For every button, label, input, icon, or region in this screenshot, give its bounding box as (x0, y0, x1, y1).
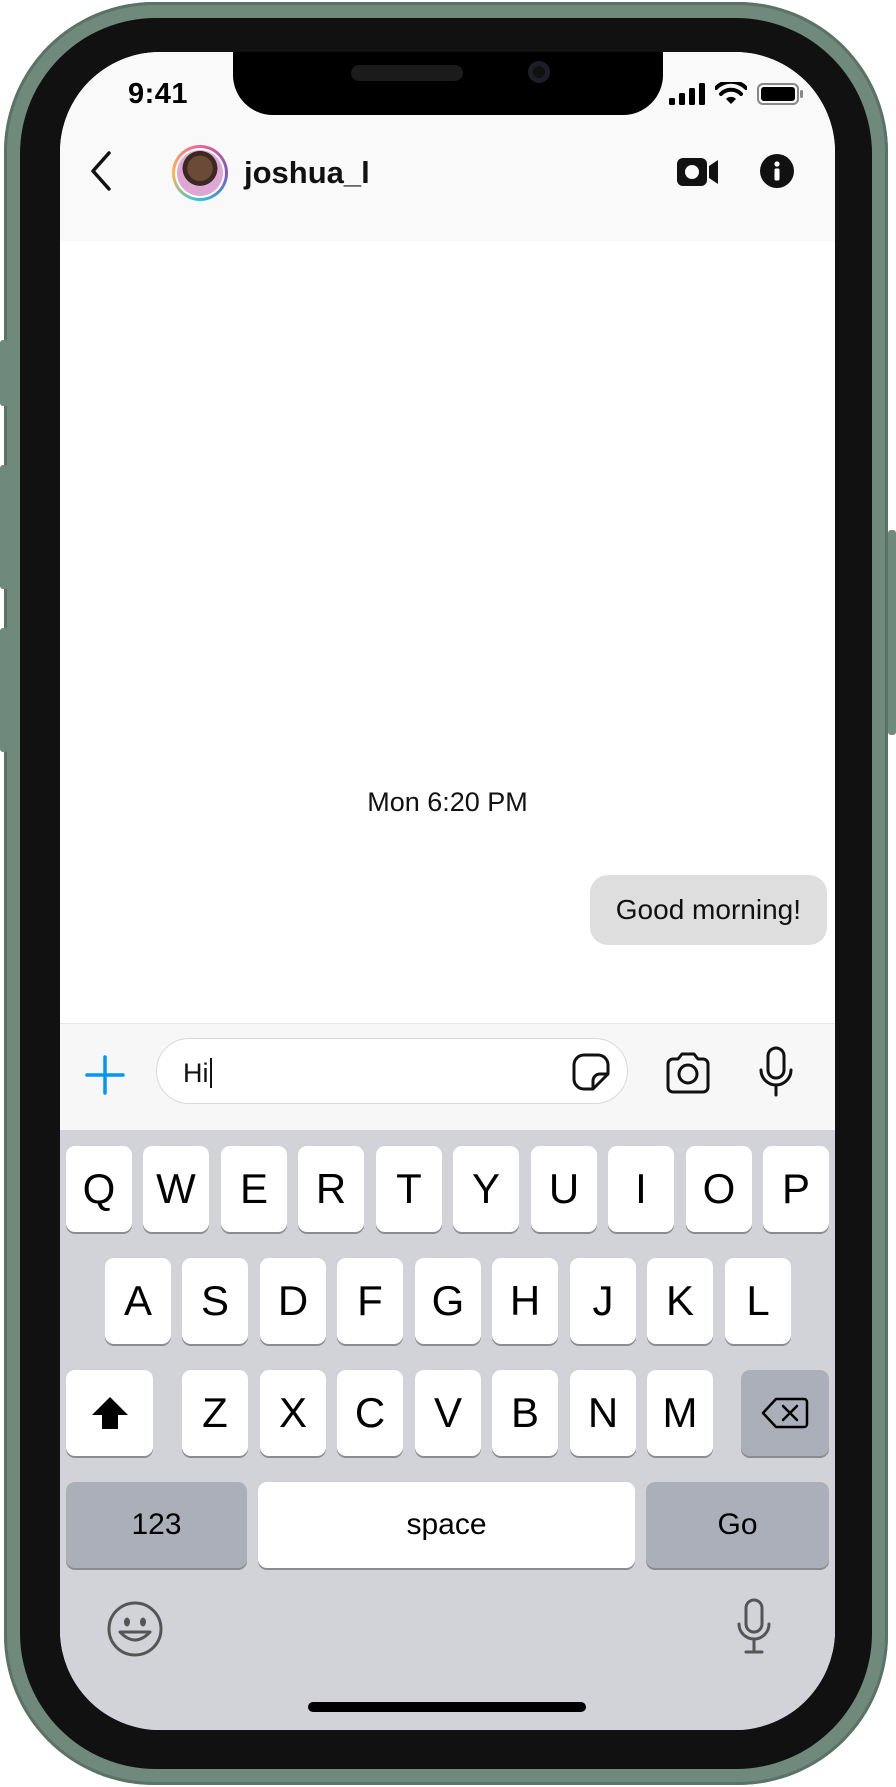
cellular-signal-icon (669, 83, 705, 105)
key-t[interactable]: T (376, 1146, 442, 1232)
wifi-icon (715, 82, 747, 104)
camera-icon (666, 1052, 710, 1094)
key-v[interactable]: V (415, 1370, 481, 1456)
key-i[interactable]: I (608, 1146, 674, 1232)
volume-down-button (0, 628, 8, 752)
keyboard: Q W E R T Y U I O P A S D F G H J K L Z … (60, 1130, 835, 1730)
battery-icon (757, 83, 803, 105)
speaker-grille (351, 65, 463, 81)
power-button (888, 530, 896, 735)
chat-username[interactable]: joshua_l (244, 155, 370, 191)
key-q[interactable]: Q (66, 1146, 132, 1232)
space-key[interactable]: space (258, 1482, 635, 1568)
info-button[interactable] (760, 154, 794, 188)
key-c[interactable]: C (337, 1370, 403, 1456)
shift-key[interactable] (66, 1370, 153, 1456)
chat-header: joshua_l (60, 115, 835, 241)
sticker-button[interactable] (571, 1052, 611, 1092)
key-z[interactable]: Z (182, 1370, 248, 1456)
message-composer: Hi (60, 1023, 835, 1130)
sticker-icon (572, 1053, 610, 1091)
key-f[interactable]: F (337, 1258, 403, 1344)
chevron-left-icon (91, 151, 111, 191)
microphone-icon (759, 1046, 793, 1097)
notch (233, 52, 663, 115)
video-camera-icon (677, 158, 718, 186)
message-thread[interactable]: Mon 6:20 PM Good morning! (60, 241, 835, 1023)
key-d[interactable]: D (260, 1258, 326, 1344)
key-s[interactable]: S (182, 1258, 248, 1344)
avatar[interactable] (172, 145, 228, 201)
key-y[interactable]: Y (453, 1146, 519, 1232)
status-icons (669, 82, 805, 106)
key-h[interactable]: H (492, 1258, 558, 1344)
key-m[interactable]: M (647, 1370, 713, 1456)
key-a[interactable]: A (105, 1258, 171, 1344)
emoji-icon (107, 1601, 163, 1657)
key-p[interactable]: P (763, 1146, 829, 1232)
outgoing-message-bubble[interactable]: Good morning! (589, 875, 827, 945)
key-n[interactable]: N (570, 1370, 636, 1456)
key-w[interactable]: W (143, 1146, 209, 1232)
camera-button[interactable] (664, 1052, 712, 1094)
key-b[interactable]: B (492, 1370, 558, 1456)
mute-switch (0, 340, 8, 406)
key-l[interactable]: L (725, 1258, 791, 1344)
home-indicator[interactable] (308, 1702, 586, 1712)
key-e[interactable]: E (221, 1146, 287, 1232)
info-icon (760, 154, 794, 188)
profile-photo (177, 150, 223, 196)
backspace-key[interactable] (741, 1370, 829, 1456)
key-u[interactable]: U (531, 1146, 597, 1232)
key-j[interactable]: J (570, 1258, 636, 1344)
voice-message-button[interactable] (758, 1046, 794, 1098)
key-o[interactable]: O (686, 1146, 752, 1232)
plus-icon (85, 1055, 125, 1095)
front-camera (528, 61, 550, 83)
numbers-key[interactable]: 123 (66, 1482, 247, 1568)
video-call-button[interactable] (676, 155, 720, 189)
key-g[interactable]: G (415, 1258, 481, 1344)
key-x[interactable]: X (260, 1370, 326, 1456)
message-input-value: Hi (183, 1058, 212, 1089)
add-attachment-button[interactable] (84, 1054, 126, 1096)
emoji-keyboard-button[interactable] (106, 1600, 164, 1658)
dictation-microphone-icon (737, 1598, 771, 1654)
volume-up-button (0, 465, 8, 589)
text-cursor (209, 1058, 212, 1088)
dictation-button[interactable] (736, 1598, 772, 1656)
status-time: 9:41 (128, 78, 189, 110)
key-k[interactable]: K (647, 1258, 713, 1344)
back-button[interactable] (80, 145, 122, 197)
message-input[interactable]: Hi (156, 1038, 628, 1104)
delete-backward-icon (761, 1397, 809, 1429)
key-r[interactable]: R (298, 1146, 364, 1232)
shift-arrow-icon (91, 1397, 128, 1429)
go-key[interactable]: Go (646, 1482, 829, 1568)
screen: 9:41 joshua_l Mon 6:20 PM Good morning! … (60, 52, 835, 1730)
message-timestamp: Mon 6:20 PM (367, 787, 528, 817)
